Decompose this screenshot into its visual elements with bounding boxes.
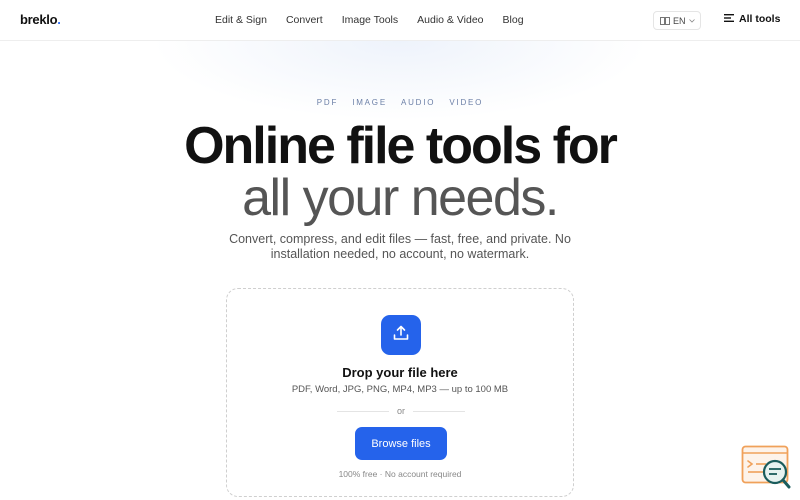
dropzone-formats: PDF, Word, JPG, PNG, MP4, MP3 — up to 10… xyxy=(291,384,509,395)
browse-files-button[interactable]: Browse files xyxy=(355,427,447,460)
translate-icon xyxy=(660,16,670,25)
all-tools-button[interactable]: All tools xyxy=(724,13,780,25)
language-code: EN xyxy=(673,15,686,26)
category-image: IMAGE xyxy=(352,98,387,107)
dropzone-note: 100% free · No account required xyxy=(338,469,462,479)
upload-icon-button[interactable] xyxy=(381,315,421,355)
file-dropzone[interactable]: Drop your file here PDF, Word, JPG, PNG,… xyxy=(226,288,574,497)
nav-link-convert[interactable]: Convert xyxy=(286,14,323,26)
dropzone-title: Drop your file here xyxy=(342,365,458,380)
nav-link-audio-video[interactable]: Audio & Video xyxy=(417,14,483,26)
all-tools-label: All tools xyxy=(739,13,781,25)
or-divider: or xyxy=(337,406,466,416)
chevron-down-icon xyxy=(688,18,695,23)
main-nav: Edit & Sign Convert Image Tools Audio & … xyxy=(215,14,524,26)
brand-logo[interactable]: breklo. xyxy=(20,12,61,27)
help-chat-widget[interactable] xyxy=(741,445,791,490)
category-list: PDF IMAGE AUDIO VIDEO xyxy=(0,98,800,107)
chat-search-icon xyxy=(741,445,791,494)
category-pdf: PDF xyxy=(316,98,339,107)
or-label: or xyxy=(397,406,406,416)
upload-icon xyxy=(392,324,410,347)
category-audio: AUDIO xyxy=(400,98,436,107)
hero-subtitle: Convert, compress, and edit files — fast… xyxy=(229,232,571,261)
nav-link-image-tools[interactable]: Image Tools xyxy=(342,14,398,26)
divider-line-right xyxy=(413,410,466,412)
hero-title-line1: Online file tools for xyxy=(184,117,618,175)
hero-glow xyxy=(150,41,650,121)
menu-icon xyxy=(724,13,734,25)
nav-link-edit-sign[interactable]: Edit & Sign xyxy=(215,14,267,26)
divider-line-left xyxy=(337,410,389,412)
language-selector[interactable]: EN xyxy=(653,11,701,30)
nav-link-blog[interactable]: Blog xyxy=(503,14,524,26)
hero-title-line2: all your needs. xyxy=(242,169,559,227)
category-video: VIDEO xyxy=(449,98,484,107)
top-navbar: breklo. Edit & Sign Convert Image Tools … xyxy=(0,0,800,41)
